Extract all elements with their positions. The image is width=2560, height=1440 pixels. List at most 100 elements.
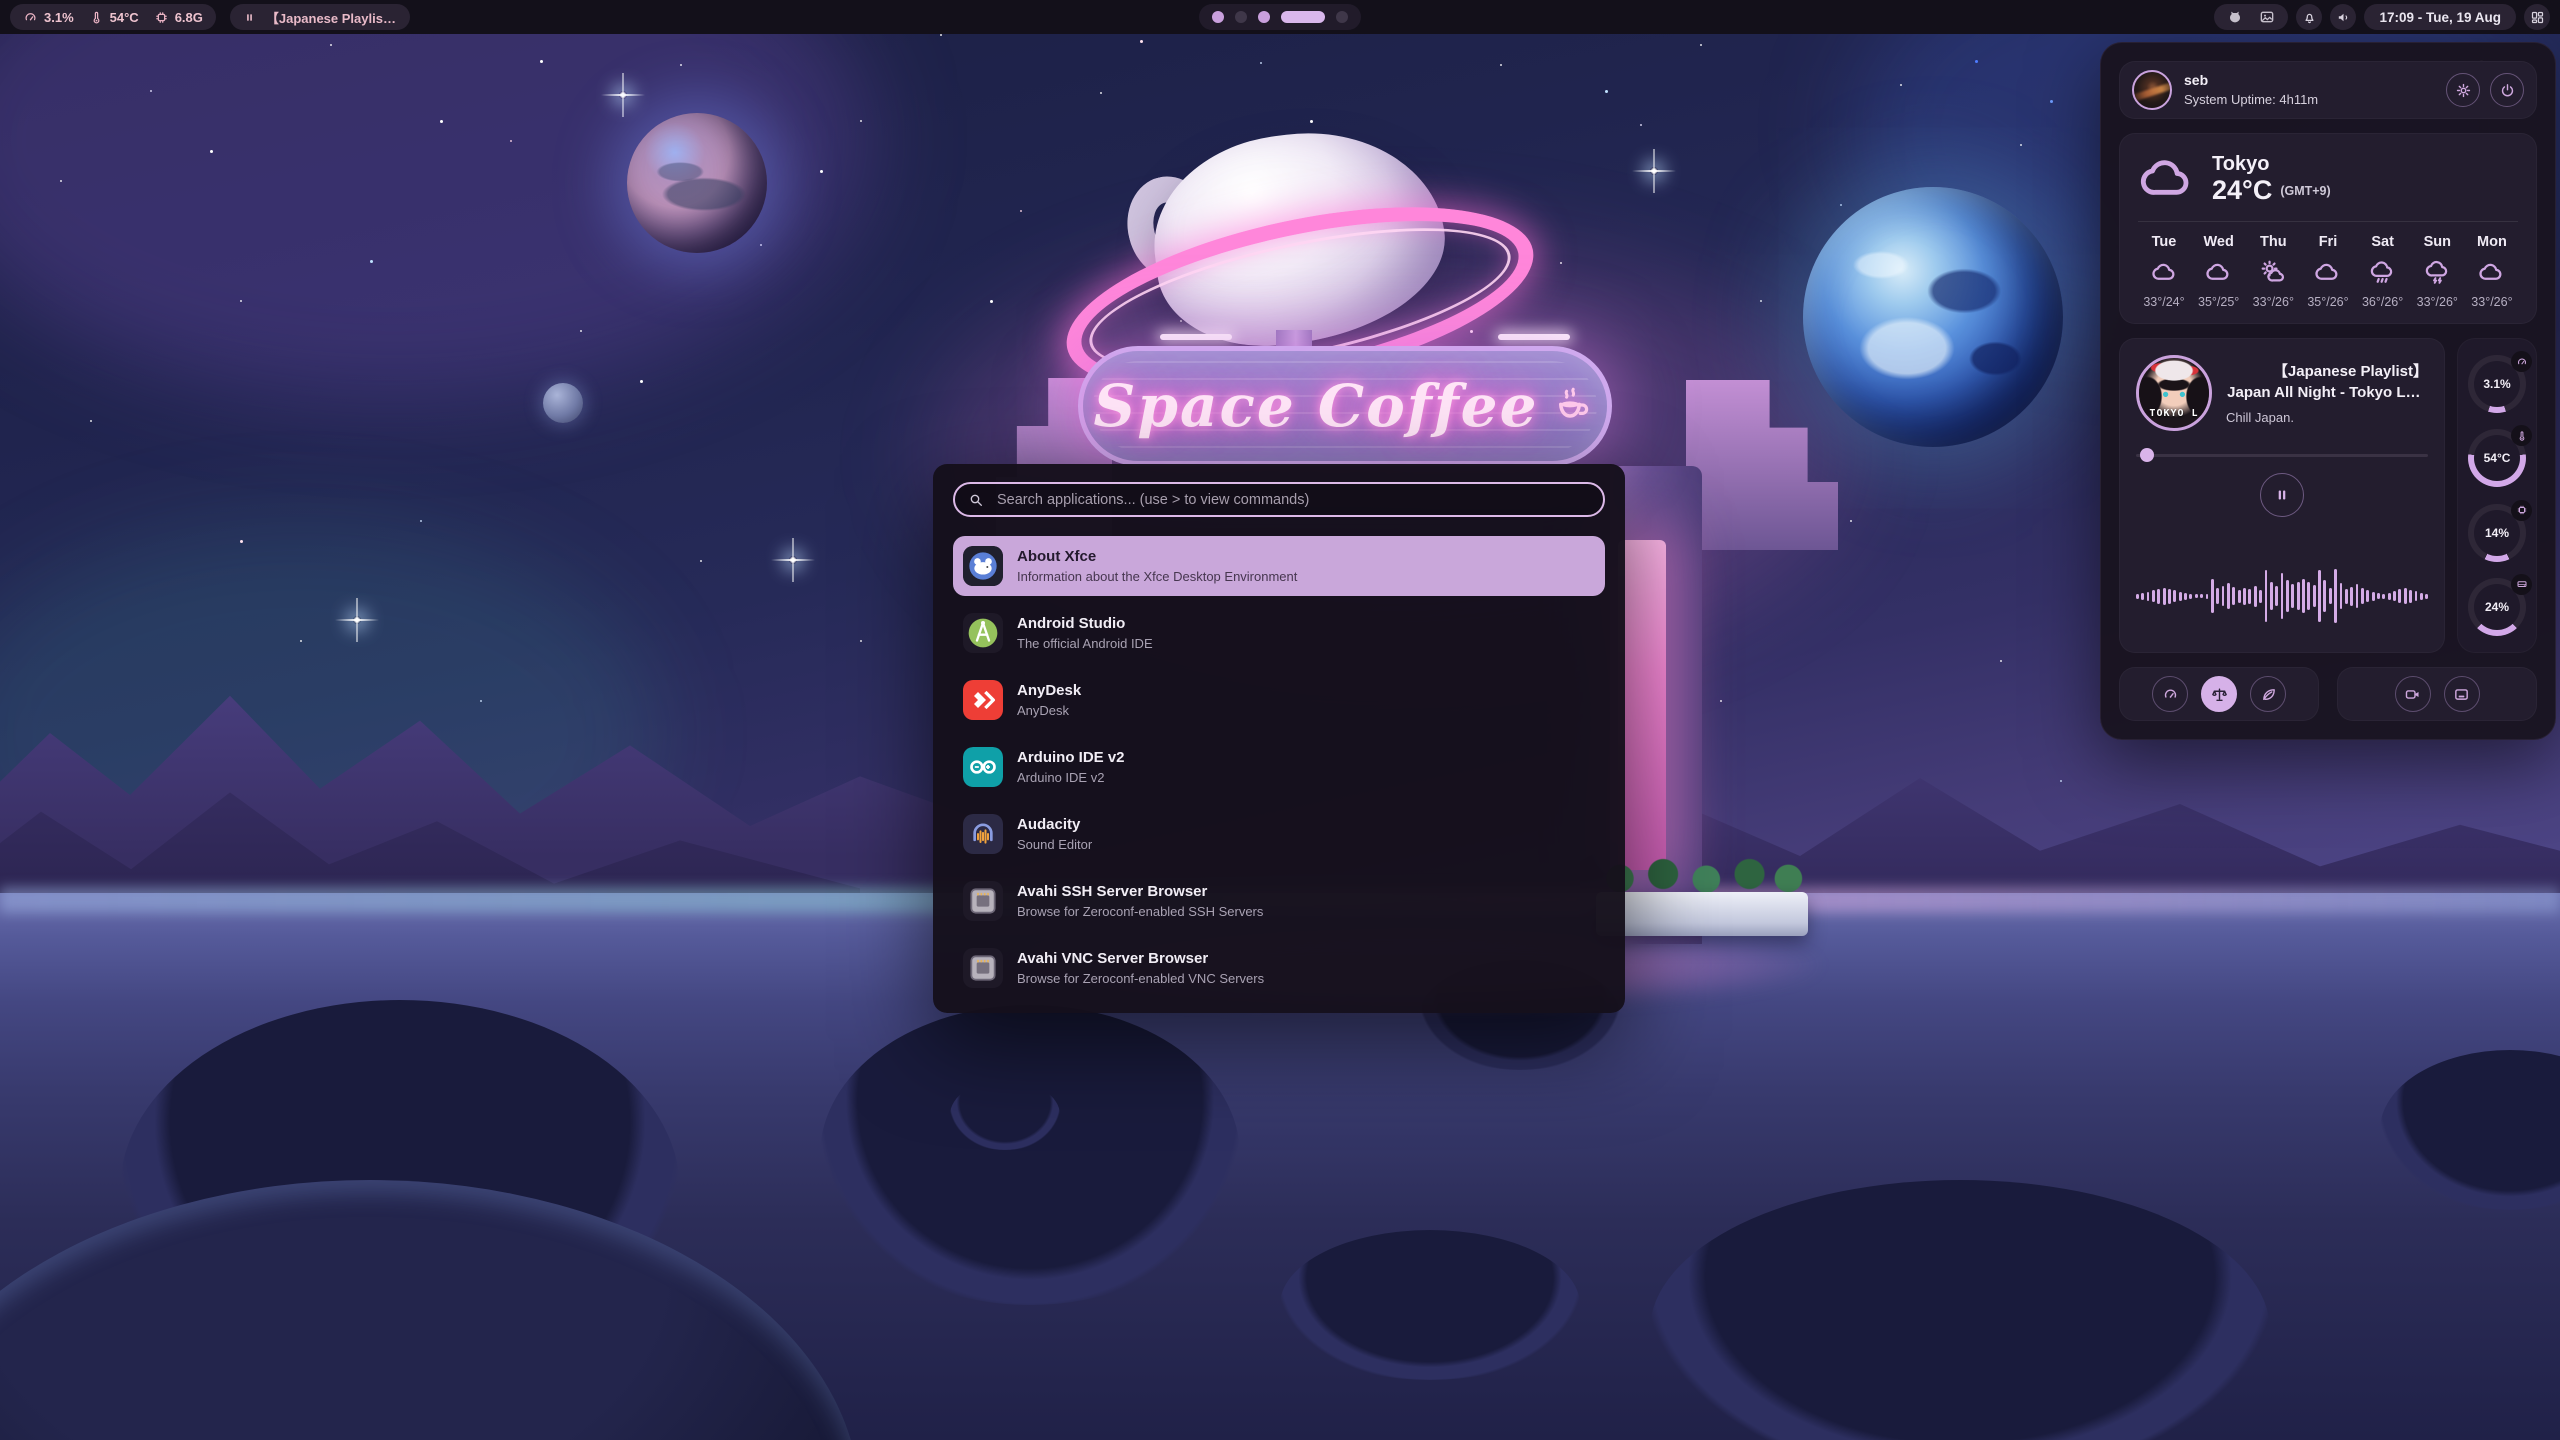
avatar[interactable] xyxy=(2132,70,2172,110)
visualizer-bar xyxy=(2334,569,2337,623)
visualizer-bar xyxy=(2173,590,2176,602)
app-list-item[interactable]: Android Studio The official Android IDE xyxy=(953,603,1605,663)
pause-icon xyxy=(243,11,256,24)
visualizer-bar xyxy=(2211,579,2214,613)
visualizer-bar xyxy=(2366,590,2369,602)
capture-button[interactable] xyxy=(2395,676,2431,712)
workspace-dot[interactable] xyxy=(1235,11,1247,23)
workspace-dot[interactable] xyxy=(1281,11,1325,23)
app-texts: Avahi SSH Server Browser Browse for Zero… xyxy=(1017,883,1263,919)
system-gauge: 14% xyxy=(2468,504,2526,562)
forecast-day: Thu 33°/26° xyxy=(2247,234,2299,309)
visualizer-bar xyxy=(2393,591,2396,601)
tray-item[interactable] xyxy=(2227,9,2243,25)
clock[interactable]: 17:09 - Tue, 19 Aug xyxy=(2364,4,2516,30)
play-pause-button[interactable] xyxy=(2260,473,2304,517)
crater xyxy=(820,1005,1240,1305)
gauge-badge xyxy=(2511,574,2532,595)
media-info: TOKYO L 【Japanese Playlist】 Japan All Ni… xyxy=(2136,355,2428,431)
power-profile-button[interactable] xyxy=(2201,676,2237,712)
forecast-temps: 36°/26° xyxy=(2362,295,2403,309)
tray-item[interactable] xyxy=(2259,9,2275,25)
visualizer-bar xyxy=(2286,580,2289,612)
visualizer-bar xyxy=(2216,588,2219,604)
app-launcher: About Xfce Information about the Xfce De… xyxy=(933,464,1625,1013)
overview-button[interactable] xyxy=(2524,4,2550,30)
weather-forecast: Tue 33°/24° Wed 35°/25° Thu 33°/26° Fri … xyxy=(2138,234,2518,309)
visualizer-bar xyxy=(2152,590,2155,602)
search-bar[interactable] xyxy=(953,482,1605,517)
progress-track xyxy=(2136,454,2428,457)
app-texts: AnyDesk AnyDesk xyxy=(1017,682,1081,718)
app-title: AnyDesk xyxy=(1017,682,1081,700)
visualizer-bar xyxy=(2281,573,2284,619)
app-texts: Android Studio The official Android IDE xyxy=(1017,615,1153,651)
forecast-day-label: Sat xyxy=(2371,234,2394,250)
visualizer-bar xyxy=(2361,588,2364,604)
workspace-dot[interactable] xyxy=(1336,11,1348,23)
visualizer-bar xyxy=(2222,586,2225,606)
visualizer-bar xyxy=(2206,594,2209,599)
search-input[interactable] xyxy=(995,491,1590,509)
visualizer-bar xyxy=(2195,594,2198,598)
system-uptime: System Uptime: 4h11m xyxy=(2184,92,2318,109)
power-profile-icon xyxy=(2162,686,2179,703)
weather-current: Tokyo 24°C (GMT+9) xyxy=(2138,150,2518,208)
app-icon xyxy=(963,613,1003,653)
user-action-button[interactable] xyxy=(2490,73,2524,107)
visualizer-bar xyxy=(2136,594,2139,599)
neon-sign-text: Space Coffee xyxy=(1094,372,1539,440)
user-action-button[interactable] xyxy=(2446,73,2480,107)
user-texts: seb System Uptime: 4h11m xyxy=(2184,71,2318,108)
visualizer-bar xyxy=(2307,582,2310,610)
app-list-item[interactable]: AnyDesk AnyDesk xyxy=(953,670,1605,730)
shop-bushes xyxy=(1594,852,1810,896)
workspace-dot[interactable] xyxy=(1212,11,1224,23)
forecast-day: Sun 33°/26° xyxy=(2411,234,2463,309)
app-list-item[interactable]: Avahi SSH Server Browser Browse for Zero… xyxy=(953,871,1605,931)
forecast-day: Wed 35°/25° xyxy=(2193,234,2245,309)
volume-button[interactable] xyxy=(2330,4,2356,30)
visualizer-bar xyxy=(2382,594,2385,599)
forecast-weather-icon xyxy=(2424,259,2451,286)
visualizer-bar xyxy=(2243,588,2246,605)
divider xyxy=(2138,221,2518,222)
power-profile-button[interactable] xyxy=(2250,676,2286,712)
capture-button[interactable] xyxy=(2444,676,2480,712)
weather-timezone: (GMT+9) xyxy=(2280,184,2330,198)
power-profile-button[interactable] xyxy=(2152,676,2188,712)
system-stats-pill[interactable]: 3.1% 54°C 6.8G xyxy=(10,4,216,30)
visualizer-bar xyxy=(2254,586,2257,607)
notifications-button[interactable] xyxy=(2296,4,2322,30)
app-list-item[interactable]: Arduino IDE v2 Arduino IDE v2 xyxy=(953,737,1605,797)
track-progress[interactable] xyxy=(2136,448,2428,462)
visualizer-bar xyxy=(2147,592,2150,601)
app-list-item[interactable]: About Xfce Information about the Xfce De… xyxy=(953,536,1605,596)
crater xyxy=(1280,1230,1580,1380)
forecast-day: Tue 33°/24° xyxy=(2138,234,2190,309)
app-icon xyxy=(963,747,1003,787)
weather-current-texts: Tokyo 24°C (GMT+9) xyxy=(2212,153,2331,206)
workspace-dot[interactable] xyxy=(1258,11,1270,23)
tray-icon xyxy=(2259,9,2275,25)
visualizer-bar xyxy=(2248,589,2251,604)
app-texts: Arduino IDE v2 Arduino IDE v2 xyxy=(1017,749,1125,785)
visualizer-bar xyxy=(2297,582,2300,610)
app-list-item[interactable]: Audacity Sound Editor xyxy=(953,804,1605,864)
topbar-left: 3.1% 54°C 6.8G 【Japanese Playlist】 J... xyxy=(10,4,410,30)
visualizer-bar xyxy=(2141,593,2144,600)
app-description: AnyDesk xyxy=(1017,703,1081,718)
coffee-cup-icon xyxy=(1548,382,1596,430)
progress-knob[interactable] xyxy=(2140,448,2154,462)
system-gauge: 54°C xyxy=(2468,429,2526,487)
visualizer-bar xyxy=(2420,593,2423,600)
pause-icon xyxy=(2273,486,2291,504)
now-playing-pill[interactable]: 【Japanese Playlist】 J... xyxy=(230,4,410,30)
forecast-day-label: Tue xyxy=(2152,234,2177,250)
app-texts: Avahi VNC Server Browser Browse for Zero… xyxy=(1017,950,1264,986)
app-list-item[interactable]: Avahi VNC Server Browser Browse for Zero… xyxy=(953,938,1605,998)
shop-window-glow xyxy=(1618,540,1666,870)
track-artist: Chill Japan. xyxy=(2226,410,2428,425)
topbar-right: 17:09 - Tue, 19 Aug xyxy=(2214,4,2550,30)
visualizer-bar xyxy=(2425,594,2428,599)
